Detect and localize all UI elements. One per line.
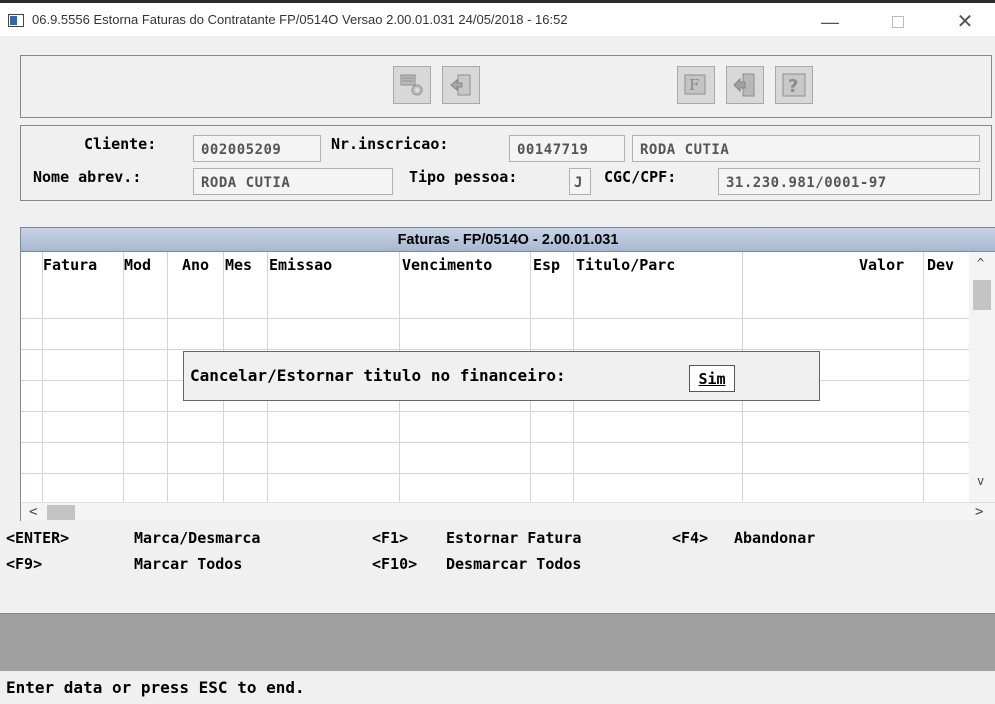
exit-document-button[interactable] — [442, 66, 480, 104]
grid-divider — [42, 252, 43, 502]
shortcut-f1-action: Estornar Fatura — [446, 529, 582, 547]
table-row[interactable] — [21, 318, 969, 319]
cgc-cpf-field[interactable]: 31.230.981/0001-97 — [718, 168, 980, 195]
cgc-cpf-label: CGC/CPF: — [604, 168, 677, 186]
shortcut-f1-key: <F1> — [372, 529, 409, 547]
shortcut-enter-key: <ENTER> — [6, 529, 70, 547]
cancel-title-field[interactable]: Sim — [689, 365, 735, 392]
header-panel: Cliente: 002005209 Nr.inscricao: 0014771… — [20, 125, 992, 201]
app-icon — [8, 14, 24, 27]
shortcut-f4-action: Abandonar — [734, 529, 816, 547]
function-button[interactable]: F — [677, 66, 715, 104]
nr-inscricao-field[interactable]: 00147719 — [509, 135, 625, 162]
tipo-pessoa-label: Tipo pessoa: — [409, 168, 518, 186]
cancel-title-dialog: Cancelar/Estornar titulo no financeiro: … — [183, 351, 820, 401]
faturas-grid[interactable]: Faturas - FP/0514O - 2.00.01.031 Fatura … — [20, 227, 995, 521]
horizontal-scrollbar[interactable]: < > — [21, 502, 995, 521]
grid-divider — [167, 252, 168, 502]
maximize-button[interactable] — [878, 9, 918, 35]
minimize-button[interactable]: — — [810, 9, 850, 35]
grid-divider — [123, 252, 124, 502]
tipo-pessoa-field[interactable]: J — [569, 168, 591, 195]
shortcut-f9-action: Marcar Todos — [134, 555, 243, 573]
shortcut-f4-key: <F4> — [672, 529, 709, 547]
column-header-fatura[interactable]: Fatura — [43, 256, 97, 274]
vertical-scrollbar[interactable]: ^ v — [969, 252, 995, 502]
vertical-scroll-thumb[interactable] — [973, 280, 991, 310]
svg-text:F: F — [689, 76, 699, 94]
scroll-up-icon[interactable]: ^ — [977, 256, 984, 270]
toolbar: F ? — [20, 55, 992, 118]
nome-abrev-label: Nome abrev.: — [33, 168, 142, 186]
process-button[interactable] — [393, 66, 431, 104]
window-titlebar: 06.9.5556 Estorna Faturas do Contratante… — [0, 0, 995, 36]
scroll-right-icon[interactable]: > — [975, 504, 983, 520]
column-header-mod[interactable]: Mod — [124, 256, 151, 274]
table-row[interactable] — [21, 473, 969, 474]
status-message: Enter data or press ESC to end. — [6, 678, 305, 697]
process-icon — [400, 74, 423, 96]
help-icon: ? — [782, 73, 806, 97]
scroll-down-icon[interactable]: v — [977, 474, 984, 488]
cliente-field[interactable]: 002005209 — [193, 135, 321, 162]
scroll-left-icon[interactable]: < — [29, 504, 37, 520]
shortcut-f9-key: <F9> — [6, 555, 43, 573]
table-row[interactable] — [21, 442, 969, 443]
horizontal-scroll-thumb[interactable] — [47, 505, 75, 520]
cliente-label: Cliente: — [84, 135, 157, 153]
shortcut-f10-action: Desmarcar Todos — [446, 555, 582, 573]
cancel-title-label: Cancelar/Estornar titulo no financeiro: — [190, 366, 566, 385]
exit-button[interactable] — [726, 66, 764, 104]
close-button[interactable]: ✕ — [945, 9, 985, 35]
column-header-mes[interactable]: Mes — [225, 256, 252, 274]
column-header-vencimento[interactable]: Vencimento — [402, 256, 492, 274]
exit-door-icon — [733, 73, 755, 97]
status-band — [0, 613, 995, 671]
nome-abrev-field[interactable]: RODA CUTIA — [193, 168, 393, 195]
maximize-icon — [892, 16, 904, 28]
cliente-nome-field: RODA CUTIA — [632, 135, 980, 162]
column-header-emissao[interactable]: Emissao — [269, 256, 332, 274]
table-row[interactable] — [21, 411, 969, 412]
column-header-titulo-parc[interactable]: Titulo/Parc — [576, 256, 675, 274]
shortcut-f10-key: <F10> — [372, 555, 418, 573]
window-title: 06.9.5556 Estorna Faturas do Contratante… — [32, 12, 568, 27]
f-function-icon: F — [684, 74, 706, 95]
column-header-esp[interactable]: Esp — [533, 256, 560, 274]
column-header-ano[interactable]: Ano — [182, 256, 209, 274]
nr-inscricao-label: Nr.inscricao: — [331, 135, 449, 153]
shortcut-enter-action: Marca/Desmarca — [134, 529, 261, 547]
help-button[interactable]: ? — [775, 66, 813, 104]
svg-text:?: ? — [788, 76, 798, 97]
grid-title: Faturas - FP/0514O - 2.00.01.031 — [21, 228, 995, 252]
grid-divider — [923, 252, 924, 502]
column-header-valor[interactable]: Valor — [859, 256, 904, 274]
column-header-dev[interactable]: Dev — [927, 256, 954, 274]
table-row[interactable] — [21, 349, 969, 350]
exit-document-icon — [450, 74, 471, 96]
